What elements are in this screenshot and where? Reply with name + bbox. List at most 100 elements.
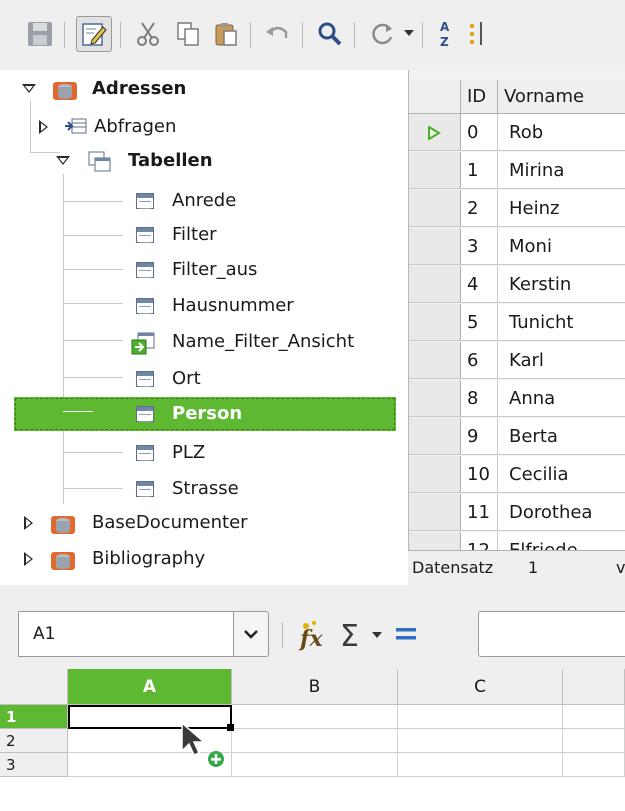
cell-id[interactable]: 5 [461, 304, 498, 341]
tree-item-table-ort[interactable]: Ort [0, 362, 408, 396]
row-selector[interactable] [409, 152, 461, 189]
cell-id[interactable]: 3 [461, 228, 498, 265]
cell-d3[interactable] [563, 753, 625, 777]
find-icon[interactable] [312, 16, 348, 52]
cell-vorname[interactable]: Heinz [498, 190, 625, 227]
table-row[interactable]: 3 Moni [409, 228, 625, 266]
cell-c2[interactable] [398, 729, 563, 753]
sort-ascending-icon[interactable]: AZ [434, 16, 458, 52]
cell-id[interactable]: 4 [461, 266, 498, 303]
copy-icon[interactable] [170, 16, 206, 52]
table-row[interactable]: 1 Mirina [409, 152, 625, 190]
cell-vorname[interactable]: Moni [498, 228, 625, 265]
cell-vorname[interactable]: Mirina [498, 152, 625, 189]
cell-b1[interactable] [232, 705, 398, 729]
row-selector[interactable] [409, 494, 461, 531]
cell-vorname[interactable]: Cecilia [498, 456, 625, 493]
cell-d1[interactable] [563, 705, 625, 729]
tree-item-view-name-filter-ansicht[interactable]: Name_Filter_Ansicht [0, 325, 408, 359]
cell-vorname[interactable]: Tunicht [498, 304, 625, 341]
name-box-dropdown[interactable] [233, 611, 269, 657]
tree-item-basedocumenter[interactable]: BaseDocumenter [0, 506, 408, 540]
expander-closed-icon[interactable] [39, 120, 48, 134]
table-row[interactable]: 8 Anna [409, 380, 625, 418]
expander-open-icon[interactable] [56, 156, 70, 165]
cell-id[interactable]: 9 [461, 418, 498, 455]
cell-id[interactable]: 2 [461, 190, 498, 227]
tree-item-adressen[interactable]: Adressen [0, 72, 408, 106]
tree-item-table-hausnummer[interactable]: Hausnummer [0, 289, 408, 323]
row-selector[interactable] [409, 228, 461, 265]
expander-open-icon[interactable] [22, 84, 36, 93]
cell-d2[interactable] [563, 729, 625, 753]
sum-icon[interactable]: Σ [338, 616, 368, 654]
row-selector[interactable] [409, 266, 461, 303]
table-row[interactable]: 9 Berta [409, 418, 625, 456]
formula-equals-icon[interactable] [392, 624, 422, 644]
cell-vorname[interactable]: Dorothea [498, 494, 625, 531]
table-row[interactable]: 0 Rob [409, 114, 625, 152]
row-header-1[interactable]: 1 [0, 705, 68, 729]
tree-item-table-person[interactable]: Person [14, 397, 396, 431]
tree-item-table-filter[interactable]: Filter [0, 218, 408, 252]
cell-vorname[interactable]: Berta [498, 418, 625, 455]
column-header-b[interactable]: B [232, 669, 398, 705]
cell-c3[interactable] [398, 753, 563, 777]
cell-id[interactable]: 11 [461, 494, 498, 531]
row-header-3[interactable]: 3 [0, 753, 68, 777]
expander-closed-icon[interactable] [24, 516, 33, 530]
row-selector[interactable] [409, 342, 461, 379]
table-row[interactable]: 6 Karl [409, 342, 625, 380]
select-all-corner[interactable] [0, 669, 68, 705]
cut-icon[interactable] [130, 16, 166, 52]
row-selector[interactable] [409, 418, 461, 455]
cell-id[interactable]: 0 [461, 114, 498, 151]
expander-closed-icon[interactable] [24, 552, 33, 566]
save-icon[interactable] [22, 16, 58, 52]
row-selector[interactable] [409, 304, 461, 341]
cell-vorname[interactable]: Kerstin [498, 266, 625, 303]
tree-item-bibliography[interactable]: Bibliography [0, 542, 408, 576]
column-header-vorname[interactable]: Vorname [498, 80, 625, 114]
cell-id[interactable]: 8 [461, 380, 498, 417]
cell-id[interactable]: 1 [461, 152, 498, 189]
undo-icon[interactable] [260, 16, 296, 52]
tree-item-table-anrede[interactable]: Anrede [0, 184, 408, 218]
refresh-icon[interactable] [364, 16, 400, 52]
table-row[interactable]: 4 Kerstin [409, 266, 625, 304]
column-header-c[interactable]: C [398, 669, 563, 705]
sum-dropdown-icon[interactable] [372, 632, 382, 638]
row-header-2[interactable]: 2 [0, 729, 68, 753]
sort-descending-icon[interactable] [464, 16, 488, 52]
name-box[interactable]: A1 [18, 611, 233, 657]
cell-id[interactable]: 6 [461, 342, 498, 379]
cell-vorname[interactable]: Anna [498, 380, 625, 417]
row-selector[interactable] [409, 456, 461, 493]
table-row[interactable]: 2 Heinz [409, 190, 625, 228]
row-selector[interactable] [409, 380, 461, 417]
table-row[interactable]: 10 Cecilia [409, 456, 625, 494]
column-header-id[interactable]: ID [461, 80, 498, 114]
table-row[interactable]: 5 Tunicht [409, 304, 625, 342]
function-wizard-icon[interactable]: fx [296, 618, 332, 652]
cell-c1[interactable] [398, 705, 563, 729]
tree-item-abfragen[interactable]: Abfragen [0, 110, 408, 144]
row-selector[interactable] [409, 114, 461, 151]
record-number[interactable]: 1 [528, 551, 538, 585]
cell-vorname[interactable]: Rob [498, 114, 625, 151]
cell-id[interactable]: 10 [461, 456, 498, 493]
tree-item-table-filter-aus[interactable]: Filter_aus [0, 253, 408, 287]
cell-b2[interactable] [232, 729, 398, 753]
refresh-dropdown-icon[interactable] [404, 30, 414, 36]
table-row[interactable]: 11 Dorothea [409, 494, 625, 532]
row-selector[interactable] [409, 190, 461, 227]
formula-input[interactable] [478, 611, 625, 657]
pane-splitter[interactable] [0, 585, 625, 600]
column-header-d[interactable] [563, 669, 625, 705]
paste-icon[interactable] [208, 16, 244, 52]
tree-item-tabellen[interactable]: Tabellen [0, 144, 408, 178]
column-header-a[interactable]: A [68, 669, 232, 705]
edit-icon[interactable] [76, 16, 112, 52]
cell-vorname[interactable]: Karl [498, 342, 625, 379]
cell-b3[interactable] [232, 753, 398, 777]
